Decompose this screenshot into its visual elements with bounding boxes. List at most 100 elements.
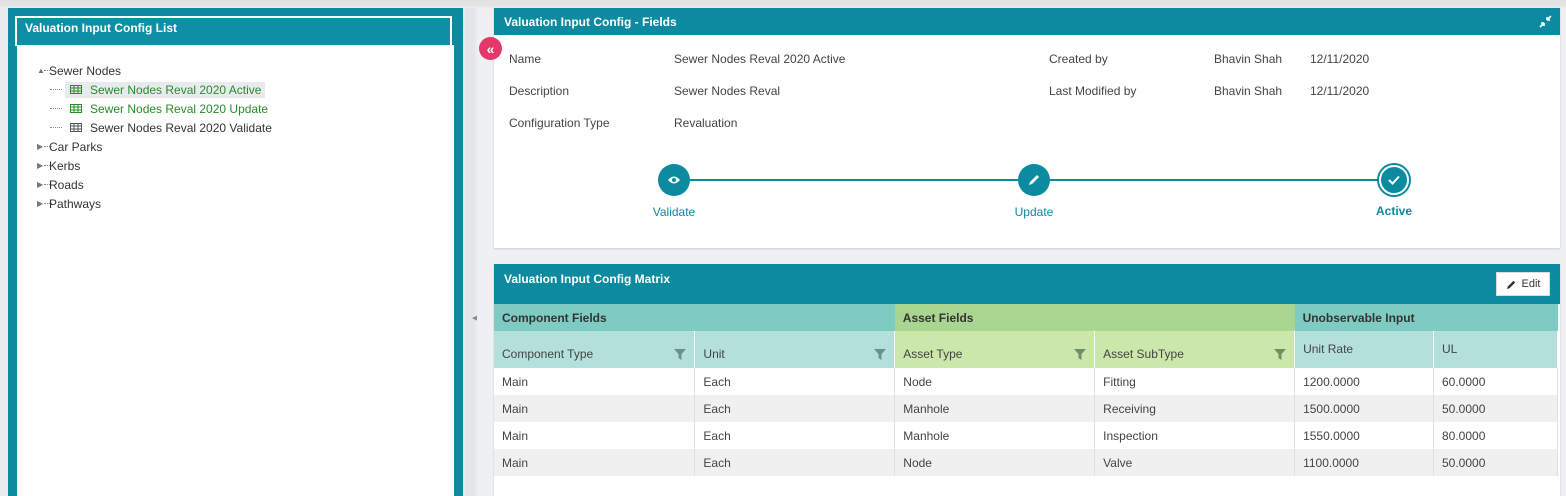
column-header-label: Unit [703,347,725,361]
config-tree: ▲ Sewer Nodes Sewer Nodes Reval 2020 Act… [17,45,454,496]
config-matrix-header: Valuation Input Config Matrix Edit [494,264,1560,304]
pencil-icon [1506,280,1515,289]
grid-icon [70,123,82,132]
column-header-row: Component Type Unit Asset Type Asset Sub… [494,331,1558,368]
table-cell: Manhole [894,395,1096,422]
tree-node-label: Kerbs [49,158,81,173]
table-cell: Each [694,368,896,395]
status-stepper: Validate Update Active [494,160,1560,230]
config-list-title: Valuation Input Config List [15,16,452,46]
tree-node-sewer-nodes-reval-2020-active[interactable]: Sewer Nodes Reval 2020 Active [17,80,454,99]
filter-icon[interactable] [1074,349,1087,360]
config-list-header: Valuation Input Config List [15,8,454,46]
tree-node-label: Sewer Nodes Reval 2020 Active [90,82,262,97]
table-cell: Receiving [1094,395,1296,422]
collapse-toggle-icon[interactable]: ▲ [37,66,45,75]
table-cell: Main [494,395,696,422]
column-header-component-type[interactable]: Component Type [494,331,696,368]
table-cell: 60.0000 [1433,368,1558,395]
tree-node-sewer-nodes[interactable]: ▲ Sewer Nodes [17,61,454,80]
table-cell: Main [494,422,696,449]
config-matrix-panel: Valuation Input Config Matrix Edit Compo… [494,264,1560,496]
table-row[interactable]: Main Each Node Valve 1100.0000 50.0000 [494,449,1558,476]
filter-icon[interactable] [1274,349,1287,360]
config-type-label: Configuration Type [509,116,610,130]
tree-node-sewer-nodes-reval-2020-update[interactable]: Sewer Nodes Reval 2020 Update [17,99,454,118]
expand-toggle-icon[interactable]: ▶ [37,180,45,189]
modified-by-label: Last Modified by [1049,84,1137,98]
edit-button-label: Edit [1521,278,1541,290]
table-row[interactable]: Main Each Node Fitting 1200.0000 60.0000 [494,368,1558,395]
description-value: Sewer Nodes Reval [674,84,781,98]
column-header-unit-rate[interactable]: Unit Rate [1294,331,1434,368]
table-cell: Manhole [894,422,1096,449]
eye-icon [658,164,690,196]
tree-node-car-parks[interactable]: ▶ Car Parks [17,137,454,156]
step-update[interactable]: Update [989,164,1079,219]
filter-icon[interactable] [674,349,687,360]
table-cell: Valve [1094,449,1296,476]
pencil-icon [1018,164,1050,196]
tree-node-label: Sewer Nodes Reval 2020 Validate [90,120,272,135]
tree-node-label: Pathways [49,196,102,211]
table-row[interactable]: Main Each Manhole Receiving 1500.0000 50… [494,395,1558,422]
expand-toggle-icon[interactable]: ▶ [37,161,45,170]
table-cell: Main [494,449,696,476]
table-cell: Each [694,449,896,476]
config-list-panel: Valuation Input Config List ▲ Sewer Node… [8,8,463,496]
app-root: Valuation Input Config List ▲ Sewer Node… [0,0,1566,496]
table-cell: Node [894,368,1096,395]
column-header-asset-subtype[interactable]: Asset SubType [1094,331,1296,368]
table-cell: 80.0000 [1433,422,1558,449]
tree-node-label: Roads [49,177,84,192]
group-header-unobservable-input: Unobservable Input [1294,304,1558,331]
step-label: Active [1375,204,1413,218]
table-cell: Node [894,449,1096,476]
step-label: Validate [652,205,696,219]
expand-toggle-icon[interactable]: ▶ [37,199,45,208]
column-header-label: Asset Type [903,347,963,361]
name-label: Name [509,52,542,66]
table-cell: Fitting [1094,368,1296,395]
table-cell: Inspection [1094,422,1296,449]
step-validate[interactable]: Validate [629,164,719,219]
tree-node-kerbs[interactable]: ▶ Kerbs [17,156,454,175]
modified-by-date: 12/11/2020 [1310,84,1370,98]
tree-node-roads[interactable]: ▶ Roads [17,175,454,194]
column-header-asset-type[interactable]: Asset Type [894,331,1096,368]
config-matrix-title: Valuation Input Config Matrix [504,272,670,286]
config-fields-title: Valuation Input Config - Fields [504,14,677,29]
group-header-asset-fields: Asset Fields [894,304,1295,331]
table-row[interactable]: Main Each Manhole Inspection 1550.0000 8… [494,422,1558,449]
created-by-label: Created by [1049,52,1108,66]
collapse-left-panel-button[interactable]: « [479,37,502,60]
grid-icon [70,104,82,113]
double-chevron-left-icon: « [486,40,495,57]
table-cell: 1100.0000 [1294,449,1434,476]
column-header-ul[interactable]: UL [1433,331,1558,368]
table-cell: 1200.0000 [1294,368,1434,395]
filter-icon[interactable] [874,349,887,360]
compress-icon[interactable] [1539,15,1552,28]
step-label: Update [1014,205,1054,219]
table-cell: Each [694,395,896,422]
table-cell: 50.0000 [1433,449,1558,476]
edit-button[interactable]: Edit [1496,272,1550,296]
column-group-row: Component Fields Asset Fields Unobservab… [494,304,1558,331]
column-header-label: Asset SubType [1103,347,1184,361]
group-header-component-fields: Component Fields [494,304,895,331]
top-strip [0,0,1566,6]
name-value: Sewer Nodes Reval 2020 Active [674,52,846,66]
tree-node-pathways[interactable]: ▶ Pathways [17,194,454,213]
config-fields-header: Valuation Input Config - Fields [494,8,1560,35]
expand-toggle-icon[interactable]: ▶ [37,142,45,151]
panel-splitter[interactable] [465,8,475,496]
description-label: Description [509,84,570,98]
step-active[interactable]: Active [1349,164,1439,218]
tree-node-label: Sewer Nodes [49,63,122,78]
grid-icon [70,85,82,94]
check-icon [1379,165,1409,195]
column-header-unit[interactable]: Unit [694,331,896,368]
tree-node-sewer-nodes-reval-2020-validate[interactable]: Sewer Nodes Reval 2020 Validate [17,118,454,137]
tree-node-label: Car Parks [49,139,103,154]
